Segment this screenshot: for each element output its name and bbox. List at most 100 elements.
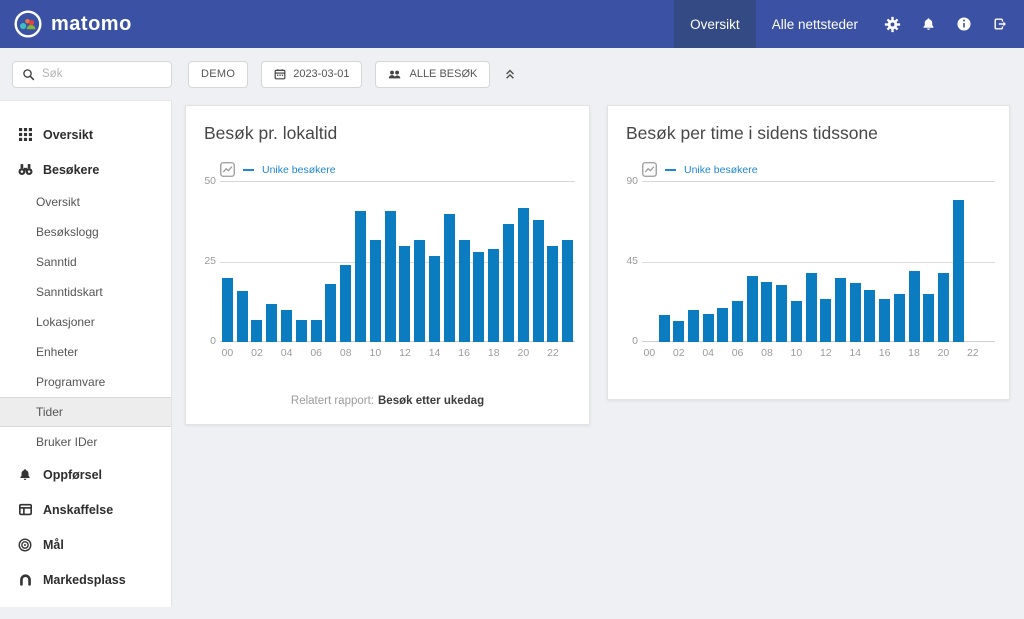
x-tick-label [501,347,516,359]
bar-slot [951,200,966,342]
sidebar-item-oversikt[interactable]: Oversikt [0,187,171,217]
bar-slot [279,310,294,342]
bar-slot [671,321,686,342]
search-input[interactable] [42,68,196,80]
bar[interactable] [562,240,573,342]
bar[interactable] [237,291,248,342]
bar[interactable] [459,240,470,342]
bar-slot [235,291,250,342]
bar[interactable] [688,310,699,342]
sidebar-item-markedsplass[interactable]: Markedsplass [0,562,171,597]
date-selector-label: 2023-03-01 [293,68,349,80]
bar[interactable] [222,278,233,342]
sidebar-item-sanntidskart[interactable]: Sanntidskart [0,277,171,307]
bar-chart-plot [220,182,575,342]
bar-slot [294,320,309,342]
bar-slot [412,240,427,342]
bar[interactable] [703,314,714,342]
sidebar-item-bes-kere[interactable]: Besøkere [0,152,171,187]
bar[interactable] [547,246,558,342]
bar[interactable] [806,273,817,342]
nav-tab-oversikt[interactable]: Oversikt [674,0,756,48]
legend-label[interactable]: Unike besøkere [684,164,758,176]
bar[interactable] [673,321,684,342]
bar[interactable] [251,320,262,342]
bar[interactable] [325,284,336,342]
y-tick-label: 25 [204,255,216,267]
bar[interactable] [503,224,514,342]
bar[interactable] [717,308,728,342]
bar-slot [264,304,279,342]
sidebar-item-label: Enheter [36,345,78,359]
bar[interactable] [659,315,670,342]
bar[interactable] [385,211,396,342]
sidebar-item-bruker-ider[interactable]: Bruker IDer [0,427,171,457]
bar[interactable] [266,304,277,342]
collapse-chevrons-icon[interactable] [504,68,516,80]
bar[interactable] [747,276,758,342]
sidebar-item-bes-kslogg[interactable]: Besøkslogg [0,217,171,247]
bar[interactable] [429,256,440,342]
bar[interactable] [820,299,831,342]
bar[interactable] [923,294,934,342]
bar[interactable] [909,271,920,342]
notifications-bell-icon[interactable] [910,0,946,48]
dashboard-grid-icon [17,128,33,141]
date-selector-button[interactable]: 2023-03-01 [261,61,362,88]
export-image-icon[interactable] [220,162,235,177]
sidebar-item-sanntid[interactable]: Sanntid [0,247,171,277]
legend-label[interactable]: Unike besøkere [262,164,336,176]
bar[interactable] [776,285,787,342]
sidebar-item-m-l[interactable]: Mål [0,527,171,562]
bar[interactable] [518,208,529,342]
bar[interactable] [488,249,499,342]
bar[interactable] [835,278,846,342]
bar-slot [427,256,442,342]
sidebar-item-programvare[interactable]: Programvare [0,367,171,397]
x-tick-label [951,347,966,359]
bar[interactable] [894,294,905,342]
bar[interactable] [864,290,875,342]
related-report-link[interactable]: Besøk etter ukedag [378,395,484,407]
sidebar-item-anskaffelse[interactable]: Anskaffelse [0,492,171,527]
bar[interactable] [355,211,366,342]
bar-slot [716,308,731,342]
search-box[interactable] [12,61,172,88]
bar[interactable] [311,320,322,342]
bar[interactable] [879,299,890,342]
sidebar-item-oppf-rsel[interactable]: Oppførsel [0,457,171,492]
segment-selector-button[interactable]: ALLE BESØK [375,61,490,88]
bar[interactable] [414,240,425,342]
sidebar-item-label: Bruker IDer [36,435,97,449]
x-tick-label: 08 [760,347,775,359]
bar[interactable] [399,246,410,342]
sidebar-item-enheter[interactable]: Enheter [0,337,171,367]
signout-icon[interactable] [982,0,1018,48]
bar[interactable] [370,240,381,342]
nav-tab-alle-nettsteder[interactable]: Alle nettsteder [756,0,874,48]
x-tick-label: 06 [309,347,324,359]
bar[interactable] [791,301,802,342]
export-image-icon[interactable] [642,162,657,177]
bar[interactable] [533,220,544,342]
sidebar-item-tider[interactable]: Tider [0,397,171,427]
bar[interactable] [953,200,964,342]
bar[interactable] [340,265,351,342]
bar[interactable] [296,320,307,342]
bar[interactable] [850,283,861,342]
help-info-icon[interactable] [946,0,982,48]
settings-gear-icon[interactable] [874,0,910,48]
site-selector-button[interactable]: DEMO [188,61,248,88]
x-tick-label: 02 [250,347,265,359]
bar[interactable] [473,252,484,342]
sidebar-item-oversikt[interactable]: Oversikt [0,117,171,152]
bar[interactable] [732,301,743,342]
bar[interactable] [444,214,455,342]
related-report-prefix: Relatert rapport: [291,395,374,407]
bar[interactable] [938,273,949,342]
y-tick-label: 0 [210,335,216,347]
bar[interactable] [761,282,772,342]
bar[interactable] [281,310,292,342]
bar-slot [760,282,775,342]
sidebar-item-lokasjoner[interactable]: Lokasjoner [0,307,171,337]
